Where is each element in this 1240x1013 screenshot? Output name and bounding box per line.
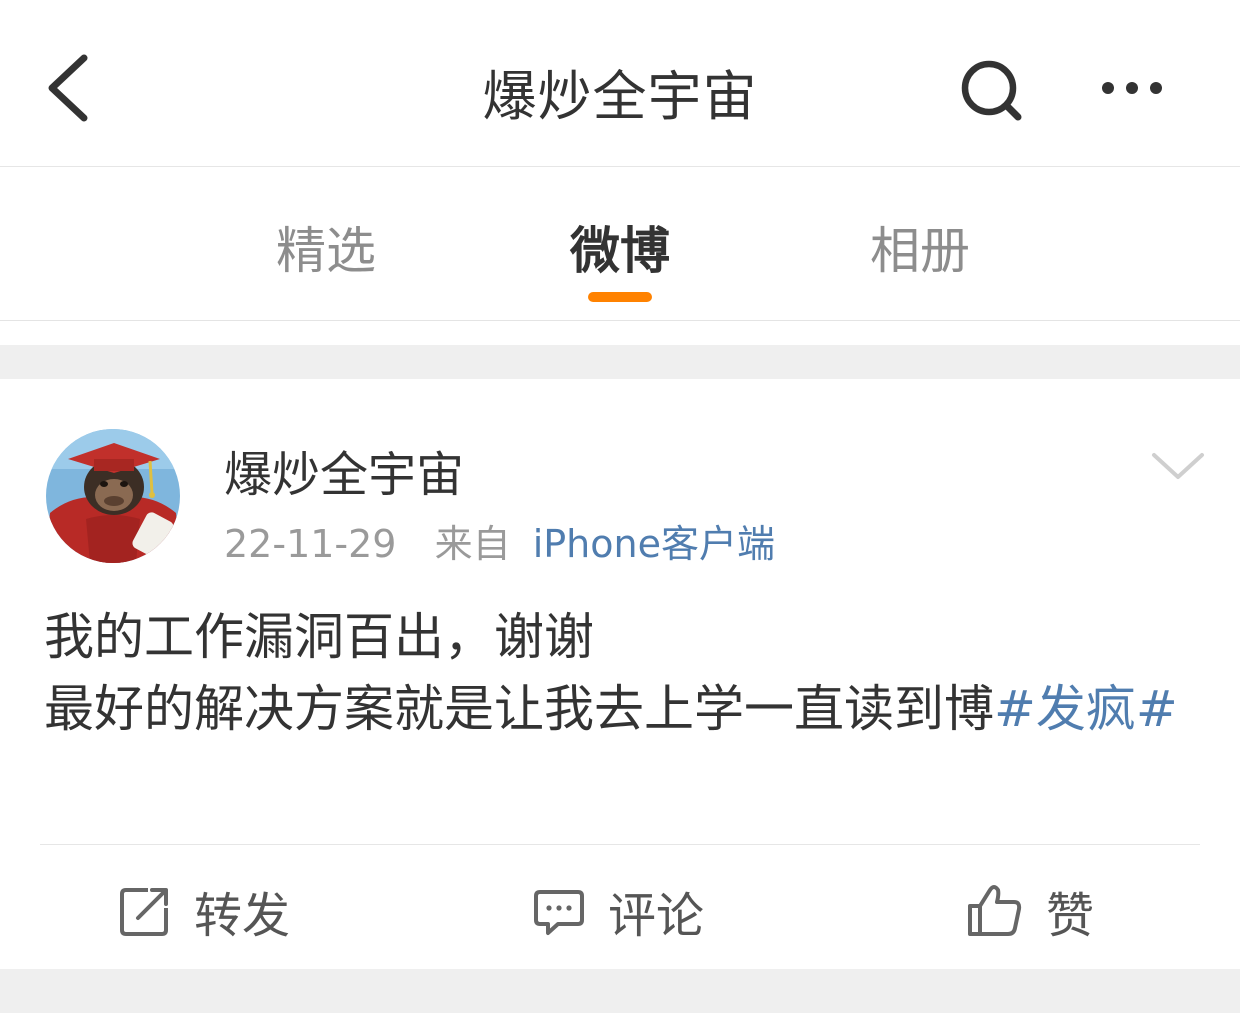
tab-albums[interactable]: 相册 — [870, 211, 970, 283]
page-title: 爆炒全宇宙 — [482, 65, 758, 128]
section-separator — [0, 969, 1240, 1013]
tab-featured[interactable]: 精选 — [276, 211, 376, 283]
repost-icon — [120, 888, 168, 936]
repost-label: 转发 — [194, 888, 291, 944]
active-tab-indicator — [588, 292, 652, 302]
search-button[interactable] — [956, 56, 1026, 126]
search-icon — [961, 60, 1022, 121]
author-name[interactable]: 爆炒全宇宙 — [224, 435, 464, 505]
top-bar: 爆炒全宇宙 — [0, 0, 1240, 167]
repost-button[interactable]: 转发 — [118, 876, 290, 946]
source-link[interactable]: iPhone客户端 — [533, 522, 775, 566]
more-dots-icon — [1102, 82, 1162, 94]
post-meta: 22-11-29 来自 iPhone客户端 — [224, 513, 775, 568]
comment-label: 评论 — [608, 888, 705, 944]
like-label: 赞 — [1046, 888, 1095, 944]
comment-icon — [534, 890, 584, 935]
spacer — [0, 321, 1240, 345]
section-separator — [0, 345, 1240, 379]
post-text-line: 我的工作漏洞百出，谢谢 — [44, 608, 594, 666]
post-text-line: 最好的解决方案就是让我去上学一直读到博 — [44, 680, 994, 738]
profile-tabs: 精选 微博 相册 — [0, 167, 1240, 321]
post-menu-button[interactable] — [1150, 447, 1206, 483]
source-prefix: 来自 — [434, 522, 511, 566]
more-button[interactable] — [1094, 68, 1170, 108]
topic-hashtag[interactable]: #发疯# — [994, 680, 1178, 738]
avatar[interactable] — [46, 429, 180, 563]
comment-button[interactable]: 评论 — [532, 876, 704, 946]
chimp-graduate-avatar — [46, 429, 180, 563]
post-card: 爆炒全宇宙 22-11-29 来自 iPhone客户端 我的工作漏洞百出，谢谢 … — [0, 379, 1240, 969]
divider — [40, 844, 1200, 845]
post-text: 我的工作漏洞百出，谢谢 最好的解决方案就是让我去上学一直读到博#发疯# — [44, 601, 1204, 745]
post-date: 22-11-29 — [224, 522, 397, 566]
thumbs-up-icon — [968, 885, 1022, 936]
chevron-down-icon — [1152, 453, 1204, 479]
tab-weibo[interactable]: 微博 — [570, 211, 670, 283]
like-button[interactable]: 赞 — [966, 876, 1094, 946]
